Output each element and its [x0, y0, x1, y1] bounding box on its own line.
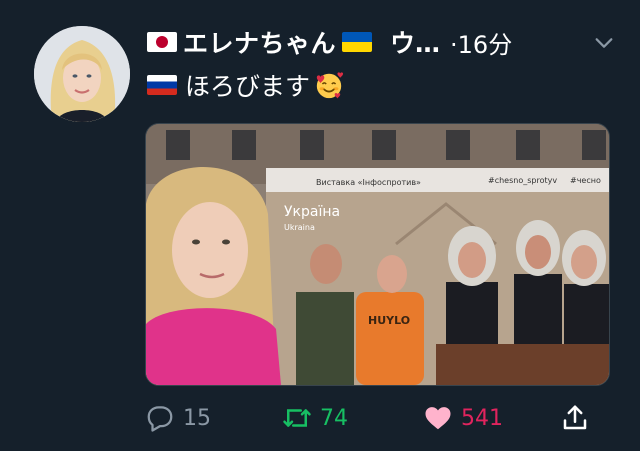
heart-icon	[425, 407, 451, 430]
share-button[interactable]	[560, 398, 590, 438]
share-icon	[563, 405, 587, 430]
chevron-down-icon[interactable]	[593, 32, 615, 54]
timestamp[interactable]: ·16分	[450, 25, 512, 60]
prisoner-shirt-text: HUYLO	[368, 314, 410, 327]
user-handle[interactable]: ウ…	[390, 24, 440, 60]
banner-hashtag-text: #chesno_sprotyv	[488, 176, 557, 185]
media-photo: Виставка «Інфоспротив» #chesno_sprotyv #…	[146, 124, 609, 385]
retweet-count: 74	[320, 405, 348, 431]
display-name[interactable]: エレナちゃん	[183, 24, 336, 60]
reply-button[interactable]: 15	[145, 398, 211, 438]
banner-country-small: Ukraina	[284, 223, 315, 232]
selfie-girl-figure	[146, 166, 281, 385]
banner-title-text: Виставка «Інфоспротив»	[316, 178, 421, 187]
avatar[interactable]	[34, 26, 130, 122]
reply-icon	[147, 406, 173, 432]
judge-figure	[514, 220, 562, 344]
retweet-icon	[283, 409, 311, 427]
japan-flag-icon	[147, 32, 177, 52]
smiling-face-with-hearts-icon	[316, 72, 344, 99]
ukraine-flag-icon	[342, 32, 373, 52]
tweet-header: エレナちゃん ウ… ·16分	[147, 24, 617, 60]
retweet-button[interactable]: 74	[282, 398, 348, 438]
tweet-text-row: ほろびます	[147, 68, 344, 102]
judge-figure	[562, 230, 609, 344]
tweet[interactable]: エレナちゃん ウ… ·16分 ほろびます Виставка «Інфоспрот…	[0, 0, 640, 451]
banner-hashtag-2-text: #чесно	[570, 176, 601, 185]
tweet-text: ほろびます	[185, 72, 311, 101]
judge-figure	[446, 226, 498, 344]
russia-flag-icon	[147, 75, 177, 95]
tweet-media-image[interactable]: Виставка «Інфоспротив» #chesno_sprotyv #…	[145, 123, 610, 386]
tweet-actions: 15 74 541	[145, 398, 605, 438]
banner-country-label: Україна	[284, 204, 340, 220]
like-button[interactable]: 541	[423, 398, 503, 438]
like-count: 541	[461, 405, 503, 431]
avatar-photo	[34, 26, 130, 122]
reply-count: 15	[183, 405, 211, 431]
